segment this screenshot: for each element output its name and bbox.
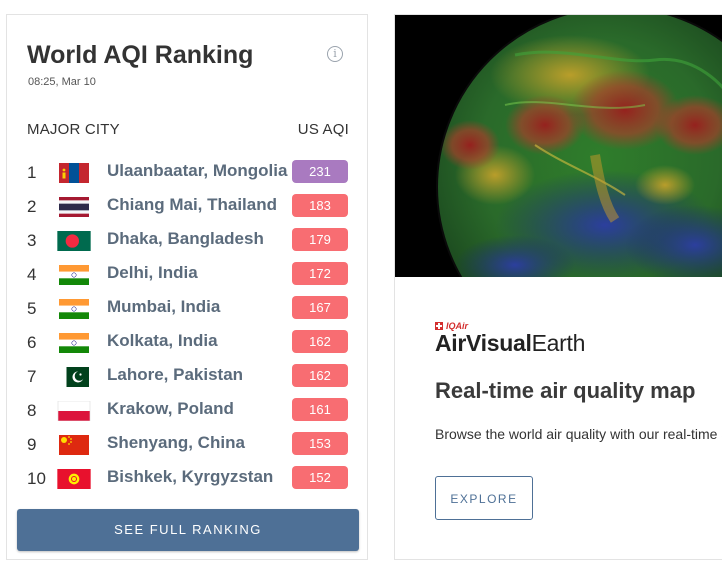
india-flag-icon [57,265,91,285]
aqi-badge: 172 [292,262,348,285]
aqi-badge: 167 [292,296,348,319]
earth-globe-image[interactable] [395,15,722,277]
ranking-list: 1 Ulaanbaatar, Mongolia 231 2 Chiang Mai, Th… [7,156,367,496]
city-name[interactable]: Ulaanbaatar, Mongolia [107,161,287,181]
world-aqi-ranking-card: World AQI Ranking i 08:25, Mar 10 MAJOR … [6,14,368,560]
rank-number: 8 [27,401,37,420]
ranking-row[interactable]: 3 Dhaka, Bangladesh 179 [7,224,367,258]
city-name[interactable]: Krakow, Poland [107,399,234,419]
ranking-row[interactable]: 6 Kolkata, India 162 [7,326,367,360]
column-header-city: MAJOR CITY [27,121,120,138]
bangladesh-flag-icon [57,231,91,251]
rank-number: 3 [27,231,37,250]
india-flag-icon [57,333,91,353]
india-flag-icon [57,299,91,319]
ranking-title: World AQI Ranking [27,41,254,69]
ranking-row[interactable]: 5 Mumbai, India 167 [7,292,367,326]
brand-earth: Earth [531,330,586,356]
rank-number: 1 [27,163,37,182]
kyrgyzstan-flag-icon [57,469,91,489]
pakistan-flag-icon [57,367,91,387]
info-icon[interactable]: i [327,46,343,62]
rank-number: 10 [27,469,46,488]
map-heading: Real-time air quality map [435,378,696,403]
china-flag-icon [57,435,91,455]
thailand-flag-icon [57,197,91,217]
airvisual-earth-card[interactable]: IQAir AirVisualEarth Real-time air quali… [394,14,722,560]
ranking-timestamp: 08:25, Mar 10 [28,76,96,88]
city-name[interactable]: Bishkek, Kyrgyzstan [107,467,273,487]
rank-number: 6 [27,333,37,352]
aqi-badge: 161 [292,398,348,421]
ranking-row[interactable]: 9 Shenyang, China 153 [7,428,367,462]
ranking-row[interactable]: 7 Lahore, Pakistan 162 [7,360,367,394]
aqi-badge: 162 [292,364,348,387]
aqi-badge: 179 [292,228,348,251]
ranking-row[interactable]: 2 Chiang Mai, Thailand 183 [7,190,367,224]
ranking-row[interactable]: 8 Krakow, Poland 161 [7,394,367,428]
explore-button[interactable]: EXPLORE [435,476,533,520]
city-name[interactable]: Lahore, Pakistan [107,365,243,385]
aqi-badge: 162 [292,330,348,353]
ranking-row[interactable]: 4 Delhi, India 172 [7,258,367,292]
city-name[interactable]: Dhaka, Bangladesh [107,229,264,249]
aqi-badge: 153 [292,432,348,455]
city-name[interactable]: Shenyang, China [107,433,245,453]
airvisual-earth-logo: IQAir AirVisualEarth [435,321,585,357]
rank-number: 5 [27,299,37,318]
see-full-ranking-button[interactable]: SEE FULL RANKING [17,509,359,551]
ranking-row[interactable]: 10 Bishkek, Kyrgyzstan 152 [7,462,367,496]
rank-number: 2 [27,197,37,216]
map-description: Browse the world air quality with our re… [435,426,722,442]
city-name[interactable]: Kolkata, India [107,331,218,351]
city-name[interactable]: Chiang Mai, Thailand [107,195,277,215]
mongolia-flag-icon [57,163,91,183]
swiss-flag-icon [435,322,443,330]
city-name[interactable]: Mumbai, India [107,297,220,317]
aqi-badge: 231 [292,160,348,183]
rank-number: 7 [27,367,37,386]
brand-airvisual: AirVisual [435,330,532,356]
column-header-aqi: US AQI [297,121,349,138]
city-name[interactable]: Delhi, India [107,263,198,283]
aqi-badge: 183 [292,194,348,217]
rank-number: 4 [27,265,37,284]
poland-flag-icon [57,401,91,421]
aqi-badge: 152 [292,466,348,489]
ranking-row[interactable]: 1 Ulaanbaatar, Mongolia 231 [7,156,367,190]
rank-number: 9 [27,435,37,454]
